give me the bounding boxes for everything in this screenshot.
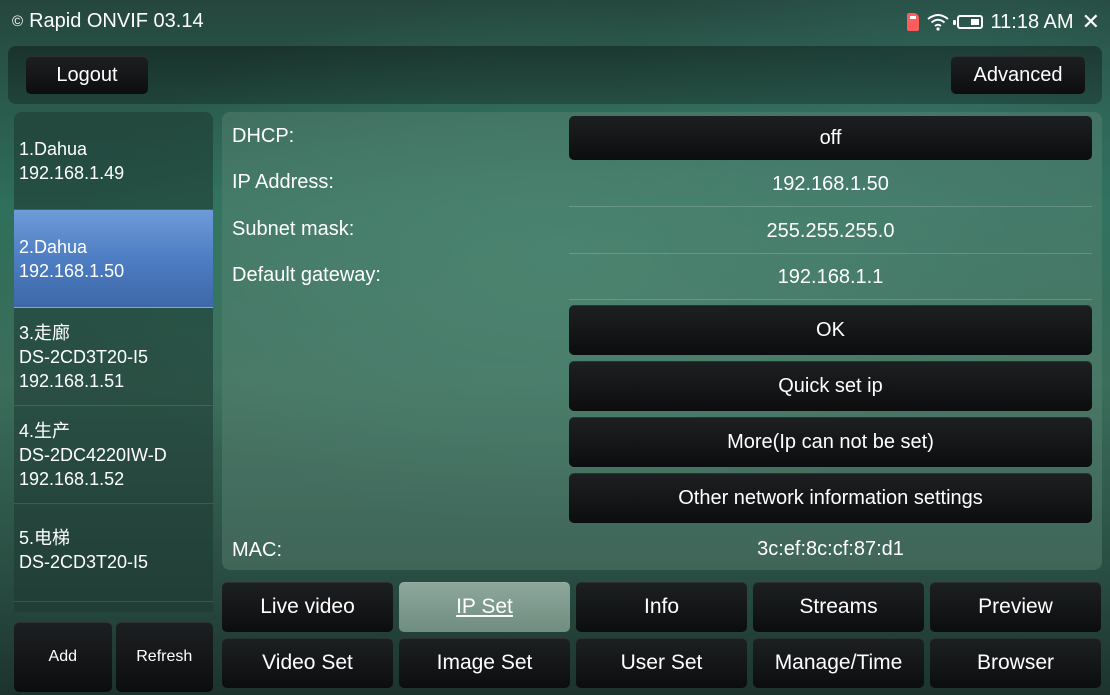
dhcp-row: DHCP: off — [222, 116, 1102, 161]
ok-button[interactable]: OK — [569, 305, 1092, 355]
device-model: DS-2CD3T20-I5 — [19, 346, 149, 367]
more-settings-button[interactable]: More(Ip can not be set) — [569, 417, 1092, 467]
dhcp-label: DHCP: — [232, 125, 295, 147]
function-tabs: Live video IP Set Info Streams Preview V… — [222, 578, 1102, 694]
app-title-text: Rapid ONVIF 03.14 — [29, 10, 204, 32]
tab-image-set[interactable]: Image Set — [399, 638, 570, 688]
other-network-settings-button[interactable]: Other network information settings — [569, 473, 1092, 523]
tab-user-set[interactable]: User Set — [576, 638, 747, 688]
copyright-icon: © — [12, 13, 24, 30]
subnet-row: Subnet mask: 255.255.255.0 — [222, 209, 1102, 254]
device-item-5[interactable]: 5.电梯 DS-2CD3T20-I5 — [14, 504, 213, 602]
advanced-button[interactable]: Advanced — [951, 56, 1085, 94]
device-item-2[interactable]: 2.Dahua 192.168.1.50 — [14, 210, 213, 308]
device-name: 5.电梯 — [19, 528, 71, 548]
tab-ip-set[interactable]: IP Set — [399, 582, 570, 632]
device-ip: 192.168.1.49 — [19, 162, 125, 183]
ip-address-label: IP Address: — [232, 171, 334, 193]
refresh-button[interactable]: Refresh — [115, 622, 213, 692]
device-ip: 192.168.1.50 — [19, 260, 125, 281]
device-name: 1.Dahua — [19, 138, 88, 159]
mac-row: MAC: 3c:ef:8c:cf:87:d1 — [222, 530, 1102, 575]
gateway-label: Default gateway: — [232, 264, 381, 286]
wifi-icon — [926, 14, 949, 31]
add-device-button[interactable]: Add — [14, 622, 112, 692]
logout-button[interactable]: Logout — [26, 56, 148, 94]
battery-icon — [952, 15, 983, 29]
device-item-1[interactable]: 1.Dahua 192.168.1.49 — [14, 112, 213, 210]
gateway-field[interactable]: 192.168.1.1 — [569, 255, 1092, 300]
clock-time: 11:18 AM — [990, 10, 1074, 33]
top-toolbar: Logout Advanced — [8, 46, 1102, 104]
device-item-3[interactable]: 3.走廊 DS-2CD3T20-I5 192.168.1.51 — [14, 308, 213, 406]
device-ip: 192.168.1.51 — [19, 370, 125, 391]
gateway-row: Default gateway: 192.168.1.1 — [222, 255, 1102, 300]
tab-manage-time[interactable]: Manage/Time — [753, 638, 924, 688]
tab-browser[interactable]: Browser — [930, 638, 1101, 688]
quick-set-ip-button[interactable]: Quick set ip — [569, 361, 1092, 411]
device-model: DS-2DC4220IW-D — [19, 444, 167, 465]
ip-address-row: IP Address: 192.168.1.50 — [222, 162, 1102, 207]
device-item-4[interactable]: 4.生产 DS-2DC4220IW-D 192.168.1.52 — [14, 406, 213, 504]
device-name: 4.生产 — [19, 420, 71, 441]
device-list-actions: Add Refresh — [14, 622, 213, 692]
device-ip: 192.168.1.52 — [19, 468, 125, 489]
tab-info[interactable]: Info — [576, 582, 747, 632]
device-model: DS-2CD3T20-I5 — [19, 552, 149, 572]
device-list: 1.Dahua 192.168.1.49 2.Dahua 192.168.1.5… — [14, 112, 213, 612]
status-indicators: 11:18 AM ✕ — [906, 9, 1100, 35]
tab-video-set[interactable]: Video Set — [222, 638, 393, 688]
tab-preview[interactable]: Preview — [930, 582, 1101, 632]
mac-value: 3c:ef:8c:cf:87:d1 — [757, 538, 904, 560]
dhcp-toggle[interactable]: off — [569, 116, 1092, 160]
app-title: © Rapid ONVIF 03.14 — [12, 10, 204, 33]
tab-live-video[interactable]: Live video — [222, 582, 393, 632]
device-name: 2.Dahua — [19, 236, 88, 257]
status-bar: © Rapid ONVIF 03.14 11:18 AM ✕ — [0, 0, 1110, 44]
ip-address-field[interactable]: 192.168.1.50 — [569, 162, 1092, 207]
ip-settings-panel: DHCP: off IP Address: 192.168.1.50 Subne… — [222, 112, 1102, 570]
subnet-label: Subnet mask: — [232, 218, 355, 240]
sd-card-icon — [906, 13, 919, 31]
mac-label: MAC: — [232, 539, 282, 561]
device-name: 3.走廊 — [19, 322, 71, 343]
close-icon[interactable]: ✕ — [1082, 9, 1100, 35]
subnet-field[interactable]: 255.255.255.0 — [569, 209, 1092, 254]
tab-streams[interactable]: Streams — [753, 582, 924, 632]
